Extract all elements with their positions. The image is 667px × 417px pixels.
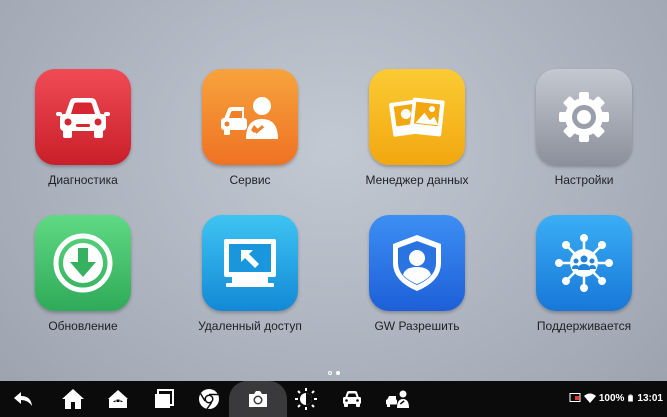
gear-icon [559, 92, 609, 142]
download-icon [53, 233, 113, 293]
gw-unlock-tile[interactable] [369, 215, 465, 311]
recent-apps-button[interactable] [149, 384, 179, 414]
app-grid: Диагностика Сервис Менеджер данных Настр… [0, 0, 667, 380]
brightness-button[interactable] [291, 384, 321, 414]
back-button[interactable] [8, 384, 38, 414]
back-icon [14, 392, 32, 406]
car-icon [343, 391, 361, 407]
cast-icon [569, 393, 581, 402]
wifi-icon [583, 393, 596, 403]
status-area: 100% 13:01 [569, 392, 663, 404]
app-label: Диагностика [48, 173, 118, 187]
diagnostics-shortcut-button[interactable] [337, 384, 367, 414]
app-data-manager[interactable]: Менеджер данных [347, 69, 487, 187]
remote-desktop-icon [224, 239, 276, 287]
app-label: Сервис [229, 173, 271, 187]
app-diagnostics[interactable]: Диагностика [13, 69, 153, 187]
shield-user-icon [393, 235, 441, 291]
home-icon [62, 389, 84, 409]
clock: 13:01 [637, 392, 663, 404]
app-label: Удаленный доступ [198, 319, 302, 333]
app-label: Поддерживается [536, 319, 632, 333]
car-icon [56, 98, 110, 138]
page-indicator [0, 371, 667, 375]
android-car-button[interactable] [103, 384, 133, 414]
browser-button[interactable] [194, 384, 224, 414]
support-network-icon [555, 234, 613, 292]
home-button[interactable] [58, 384, 88, 414]
app-remote-access[interactable]: Удаленный доступ [180, 215, 320, 333]
android-car-icon [108, 390, 128, 408]
app-gw-unlock[interactable]: GW Разрешить [347, 215, 487, 333]
camera-icon [249, 391, 267, 407]
navigation-bar: 100% 13:01 [0, 381, 667, 417]
support-tile[interactable] [536, 215, 632, 311]
diagnostics-tile[interactable] [35, 69, 131, 165]
app-update[interactable]: Обновление [13, 215, 153, 333]
page-dot[interactable] [327, 371, 332, 375]
data-manager-tile[interactable] [369, 69, 465, 165]
photos-icon [389, 97, 445, 137]
battery-icon [628, 394, 634, 402]
app-settings[interactable]: Настройки [514, 69, 654, 187]
battery-percent: 100% [598, 392, 625, 404]
app-label: GW Разрешить [374, 319, 460, 333]
app-label: Менеджер данных [365, 173, 469, 187]
app-label: Обновление [48, 319, 118, 333]
brightness-icon [295, 388, 317, 410]
settings-tile[interactable] [536, 69, 632, 165]
page-dot-active[interactable] [335, 371, 340, 375]
car-service-person-icon [386, 390, 409, 408]
update-tile[interactable] [35, 215, 131, 311]
remote-access-tile[interactable] [202, 215, 298, 311]
chrome-icon [199, 389, 219, 410]
car-service-person-icon [221, 97, 278, 139]
app-service[interactable]: Сервис [180, 69, 320, 187]
recent-apps-icon [155, 389, 174, 408]
app-label: Настройки [554, 173, 614, 187]
app-support[interactable]: Поддерживается [514, 215, 654, 333]
camera-button[interactable] [243, 384, 273, 414]
service-tile[interactable] [202, 69, 298, 165]
service-shortcut-button[interactable] [383, 384, 413, 414]
